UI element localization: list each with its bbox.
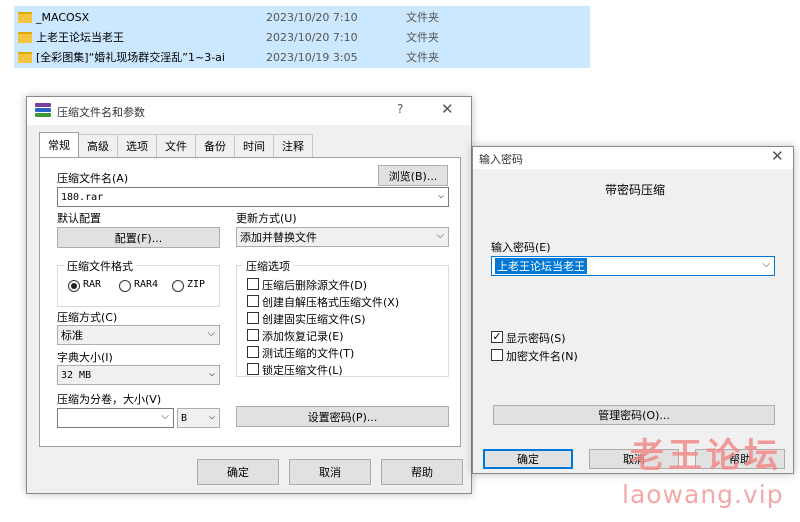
option-lock-label: 锁定压缩文件(L) [262,364,343,377]
radio-zip-label: ZIP [187,279,206,290]
chevron-down-icon: ⌵ [208,411,215,422]
password-input[interactable]: 上老王论坛当老王 ⌵ [491,256,775,276]
password-ok-button[interactable]: 确定 [483,449,573,469]
option-test-checkbox[interactable] [247,346,259,358]
password-dialog: 输入密码 ✕ 带密码压缩 输入密码(E) 上老王论坛当老王 ⌵ ✓ 显示密码(S… [472,146,794,474]
close-icon[interactable]: ✕ [441,100,454,118]
split-unit-select[interactable]: B ⌵ [177,408,220,428]
dialog-title: 压缩文件名和参数 [57,106,145,119]
password-dialog-title: 输入密码 [479,153,523,166]
ok-button[interactable]: 确定 [197,459,279,485]
radio-rar4[interactable] [119,280,131,292]
file-name: _MACOSX [36,10,90,24]
option-solid-checkbox[interactable] [247,312,259,324]
option-solid-label: 创建固实压缩文件(S) [262,313,366,326]
folder-icon [18,51,32,63]
archive-format-title: 压缩文件格式 [64,258,136,274]
update-mode-value: 添加并替换文件 [240,231,317,244]
radio-rar[interactable] [68,280,80,292]
archive-dialog: 压缩文件名和参数 ? ✕ 常规 高级 选项 文件 备份 时间 注释 压缩文件名(… [26,96,472,494]
method-value: 标准 [61,329,83,342]
watermark-text: 老王论坛 [630,436,782,476]
file-row[interactable]: _MACOSX 2023/10/20 7:10 文件夹 [14,7,590,27]
dictionary-label: 字典大小(I) [57,351,113,364]
file-type: 文件夹 [406,31,439,44]
method-label: 压缩方式(C) [57,311,118,324]
split-label: 压缩为分卷，大小(V) [57,393,162,406]
profiles-button[interactable]: 配置(F)... [57,227,220,248]
tab-options[interactable]: 选项 [117,134,157,157]
file-list: _MACOSX 2023/10/20 7:10 文件夹 上老王论坛当老王 202… [14,6,590,68]
close-icon[interactable]: ✕ [771,147,784,165]
option-recovery-checkbox[interactable] [247,329,259,341]
help-button[interactable]: 帮助 [381,459,463,485]
tab-backup[interactable]: 备份 [195,134,235,157]
dictionary-value: 32 MB [61,369,92,381]
set-password-button[interactable]: 设置密码(P)... [236,406,449,427]
password-value: 上老王论坛当老王 [495,258,587,274]
chevron-down-icon: ⌵ [207,328,215,339]
file-row[interactable]: 上老王论坛当老王 2023/10/20 7:10 文件夹 [14,27,590,47]
option-sfx-label: 创建自解压格式压缩文件(X) [262,296,400,309]
file-date: 2023/10/20 7:10 [266,30,358,44]
archive-format-group: 压缩文件格式 RAR RAR4 ZIP [57,258,220,307]
option-delete-files-label: 压缩后删除源文件(D) [262,279,368,292]
radio-rar4-label: RAR4 [134,279,159,290]
file-row[interactable]: [全彩图集]“婚礼现场群交淫乱”1~3-ai 2023/10/19 3:05 文… [14,47,590,67]
dictionary-select[interactable]: 32 MB ⌵ [57,365,220,385]
archive-options-group: 压缩选项 压缩后删除源文件(D) 创建自解压格式压缩文件(X) 创建固实压缩文件… [236,258,449,377]
chevron-down-icon[interactable]: ⌵ [161,411,169,422]
file-type: 文件夹 [406,51,439,64]
file-name: [全彩图集]“婚礼现场群交淫乱”1~3-ai [36,51,225,64]
encrypt-names-checkbox[interactable] [491,349,503,361]
chevron-down-icon[interactable]: ⌵ [762,259,770,270]
update-mode-label: 更新方式(U) [236,212,297,225]
chevron-down-icon: ⌵ [436,230,444,241]
update-mode-select[interactable]: 添加并替换文件 ⌵ [236,227,449,247]
file-type: 文件夹 [406,11,439,24]
browse-button[interactable]: 浏览(B)... [378,165,448,186]
tab-comment[interactable]: 注释 [273,134,313,157]
archive-name-input[interactable]: 180.rar ⌵ [57,187,449,207]
option-lock-checkbox[interactable] [247,363,259,375]
password-titlebar[interactable]: 输入密码 ✕ [473,147,793,169]
folder-icon [18,31,32,43]
chevron-down-icon[interactable]: ⌵ [438,190,444,201]
cancel-button[interactable]: 取消 [289,459,371,485]
tab-files[interactable]: 文件 [156,134,196,157]
folder-icon [18,11,32,23]
winrar-icon [35,103,51,119]
tab-general[interactable]: 常规 [39,132,79,157]
radio-rar-label: RAR [83,279,102,290]
split-size-input[interactable]: ⌵ [57,408,174,428]
archive-name-value: 180.rar [61,191,104,203]
tab-time[interactable]: 时间 [234,134,274,157]
archive-name-label: 压缩文件名(A) [57,172,129,185]
tab-advanced[interactable]: 高级 [78,134,118,157]
password-heading: 带密码压缩 [605,183,666,197]
help-icon[interactable]: ? [397,102,403,116]
option-recovery-label: 添加恢复记录(E) [262,330,344,343]
archive-options-title: 压缩选项 [243,258,293,274]
method-select[interactable]: 标准 ⌵ [57,325,220,345]
split-unit-value: B [181,412,188,424]
show-password-label: 显示密码(S) [506,332,566,345]
tab-bar: 常规 高级 选项 文件 备份 时间 注释 [39,132,313,158]
option-test-label: 测试压缩的文件(T) [262,347,355,360]
file-name: 上老王论坛当老王 [36,31,124,44]
option-delete-files-checkbox[interactable] [247,278,259,290]
show-password-checkbox[interactable]: ✓ [491,331,503,343]
organize-passwords-button[interactable]: 管理密码(O)... [493,405,775,425]
radio-zip[interactable] [172,280,184,292]
encrypt-names-label: 加密文件名(N) [506,350,578,363]
file-date: 2023/10/19 3:05 [266,50,358,64]
file-date: 2023/10/20 7:10 [266,10,358,24]
password-label: 输入密码(E) [491,241,551,254]
general-panel: 压缩文件名(A) 浏览(B)... 180.rar ⌵ 默认配置 配置(F)..… [39,157,461,447]
default-profile-label: 默认配置 [57,212,101,225]
dialog-titlebar[interactable]: 压缩文件名和参数 ? ✕ [27,97,471,125]
watermark-url: laowang.vip [622,480,784,509]
chevron-down-icon: ⌵ [208,368,215,379]
option-sfx-checkbox[interactable] [247,295,259,307]
